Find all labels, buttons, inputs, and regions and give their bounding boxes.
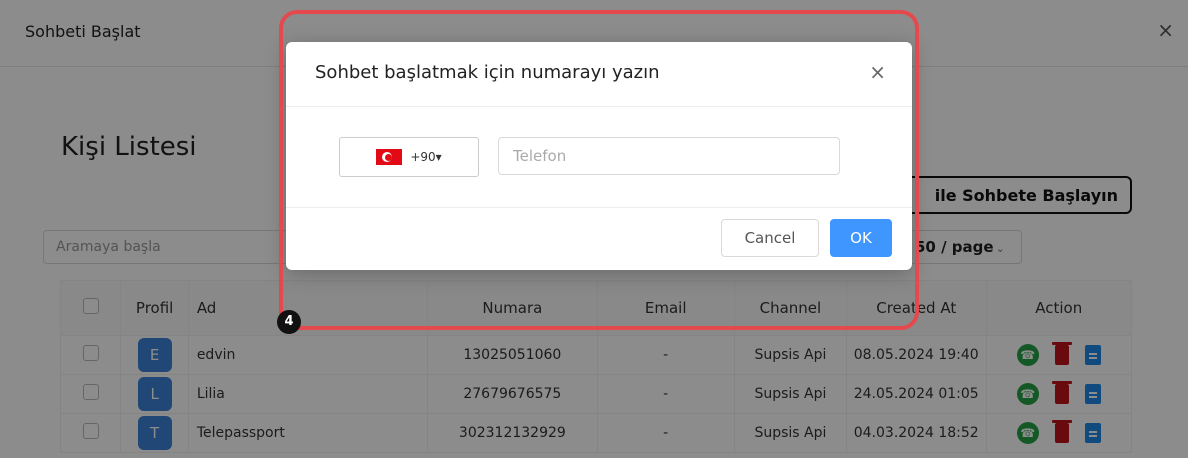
annotation-highlight-box	[279, 10, 919, 330]
start-chat-page: Sohbeti Başlat × Kişi Listesi ile Sohbet…	[0, 0, 1188, 458]
annotation-marker: 4	[277, 310, 301, 334]
